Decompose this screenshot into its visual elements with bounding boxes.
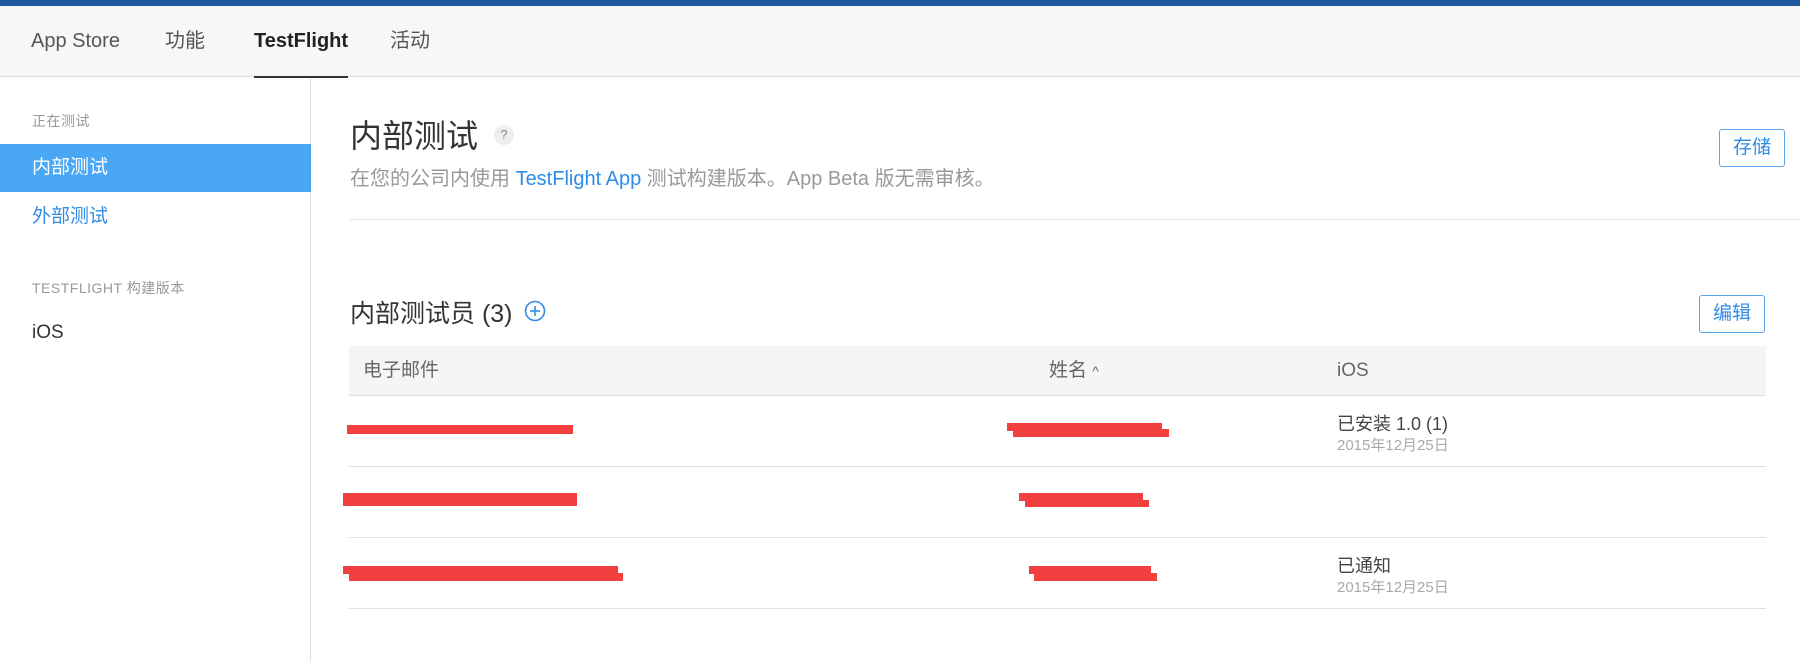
page-subtitle: 在您的公司内使用 TestFlight App 测试构建版本。App Beta … xyxy=(350,162,995,191)
tab-app-store[interactable]: App Store xyxy=(31,6,120,77)
table-row[interactable]: 已安装 1.0 (1) 2015年12月25日 xyxy=(347,396,1766,467)
install-status: 已安装 1.0 (1) xyxy=(1337,414,1449,434)
subtitle-text-after: 测试构建版本。App Beta 版无需审核。 xyxy=(641,168,995,190)
table-row[interactable] xyxy=(343,467,1766,538)
sidebar-item-internal-testing[interactable]: 内部测试 xyxy=(0,144,311,192)
sidebar-item-external-testing[interactable]: 外部测试 xyxy=(0,193,311,241)
save-button[interactable]: 存储 xyxy=(1719,129,1785,167)
redacted-name xyxy=(1025,500,1149,507)
edit-button[interactable]: 编辑 xyxy=(1699,295,1765,333)
tab-features[interactable]: 功能 xyxy=(165,6,205,77)
add-tester-icon[interactable] xyxy=(524,300,546,322)
column-email[interactable]: 电子邮件 xyxy=(363,346,439,396)
install-status: 已通知 xyxy=(1337,556,1391,576)
sidebar-section-testing: 正在测试 xyxy=(32,113,90,129)
tab-activity[interactable]: 活动 xyxy=(390,6,430,77)
sort-ascending-icon: ^ xyxy=(1092,363,1099,379)
testflight-app-link[interactable]: TestFlight App xyxy=(516,168,642,190)
table-row[interactable]: 已通知 2015年12月25日 xyxy=(343,538,1766,609)
table-header: 电子邮件 姓名 ^ iOS xyxy=(349,346,1766,396)
status-date: 2015年12月25日 xyxy=(1337,579,1449,596)
status-date: 2015年12月25日 xyxy=(1337,437,1449,454)
top-nav: App Store 功能 TestFlight 活动 xyxy=(0,6,1800,78)
main-content: 内部测试 ? 在您的公司内使用 TestFlight App 测试构建版本。Ap… xyxy=(312,78,1800,661)
redacted-email xyxy=(347,425,573,434)
column-ios[interactable]: iOS xyxy=(1337,346,1369,396)
column-name-label: 姓名 xyxy=(1049,360,1088,381)
subtitle-text-before: 在您的公司内使用 xyxy=(350,168,516,190)
redacted-name xyxy=(1034,573,1157,581)
redacted-name xyxy=(1013,429,1169,437)
tab-testflight[interactable]: TestFlight xyxy=(254,6,349,78)
sidebar-section-builds: TESTFLIGHT 构建版本 xyxy=(32,280,185,296)
help-icon[interactable]: ? xyxy=(494,125,514,145)
column-name[interactable]: 姓名 ^ xyxy=(1049,346,1099,396)
sidebar: 正在测试 内部测试 外部测试 TESTFLIGHT 构建版本 iOS xyxy=(0,78,311,661)
section-divider xyxy=(350,219,1800,220)
redacted-email xyxy=(343,493,577,506)
internal-testers-title: 内部测试员 (3) xyxy=(350,300,513,328)
redacted-email xyxy=(349,573,623,581)
sidebar-item-ios[interactable]: iOS xyxy=(0,309,311,357)
page-title: 内部测试 xyxy=(350,118,479,154)
